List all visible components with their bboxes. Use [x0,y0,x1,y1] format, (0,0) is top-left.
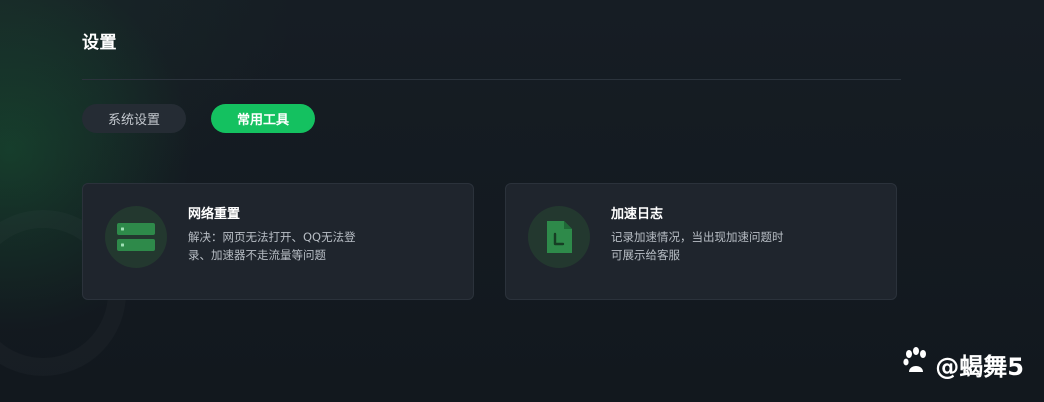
tab-system-settings[interactable]: 系统设置 [82,104,187,133]
settings-panel: 设置 系统设置 常用工具 网络重置 解决：网页无法打开、QQ无法登 录、加速器不… [82,0,901,402]
card-description-line: 录、加速器不走流量等问题 [188,248,326,262]
tools-card-list: 网络重置 解决：网页无法打开、QQ无法登 录、加速器不走流量等问题 加速日志 记… [82,183,897,300]
card-description-line: 解决：网页无法打开、QQ无法登 [188,230,356,244]
card-description-line: 记录加速情况，当出现加速问题时 [611,230,784,244]
card-description: 解决：网页无法打开、QQ无法登 录、加速器不走流量等问题 [188,228,458,264]
card-description-line: 可展示给客服 [611,248,680,262]
acceleration-log-card[interactable]: 加速日志 记录加速情况，当出现加速问题时 可展示给客服 [505,183,897,300]
card-description: 记录加速情况，当出现加速问题时 可展示给客服 [611,228,881,264]
card-title: 加速日志 [611,207,664,222]
paw-logo-icon [901,346,931,382]
card-title: 网络重置 [188,207,241,222]
server-icon [105,206,167,268]
tab-common-tools[interactable]: 常用工具 [211,104,316,133]
title-divider [82,79,901,80]
network-reset-card[interactable]: 网络重置 解决：网页无法打开、QQ无法登 录、加速器不走流量等问题 [82,183,474,300]
watermark: @蝎舞5 [901,346,1024,382]
log-file-icon [528,206,590,268]
watermark-text: @蝎舞5 [935,352,1024,381]
tab-bar: 系统设置 常用工具 [82,104,316,133]
page-title: 设置 [82,33,117,53]
